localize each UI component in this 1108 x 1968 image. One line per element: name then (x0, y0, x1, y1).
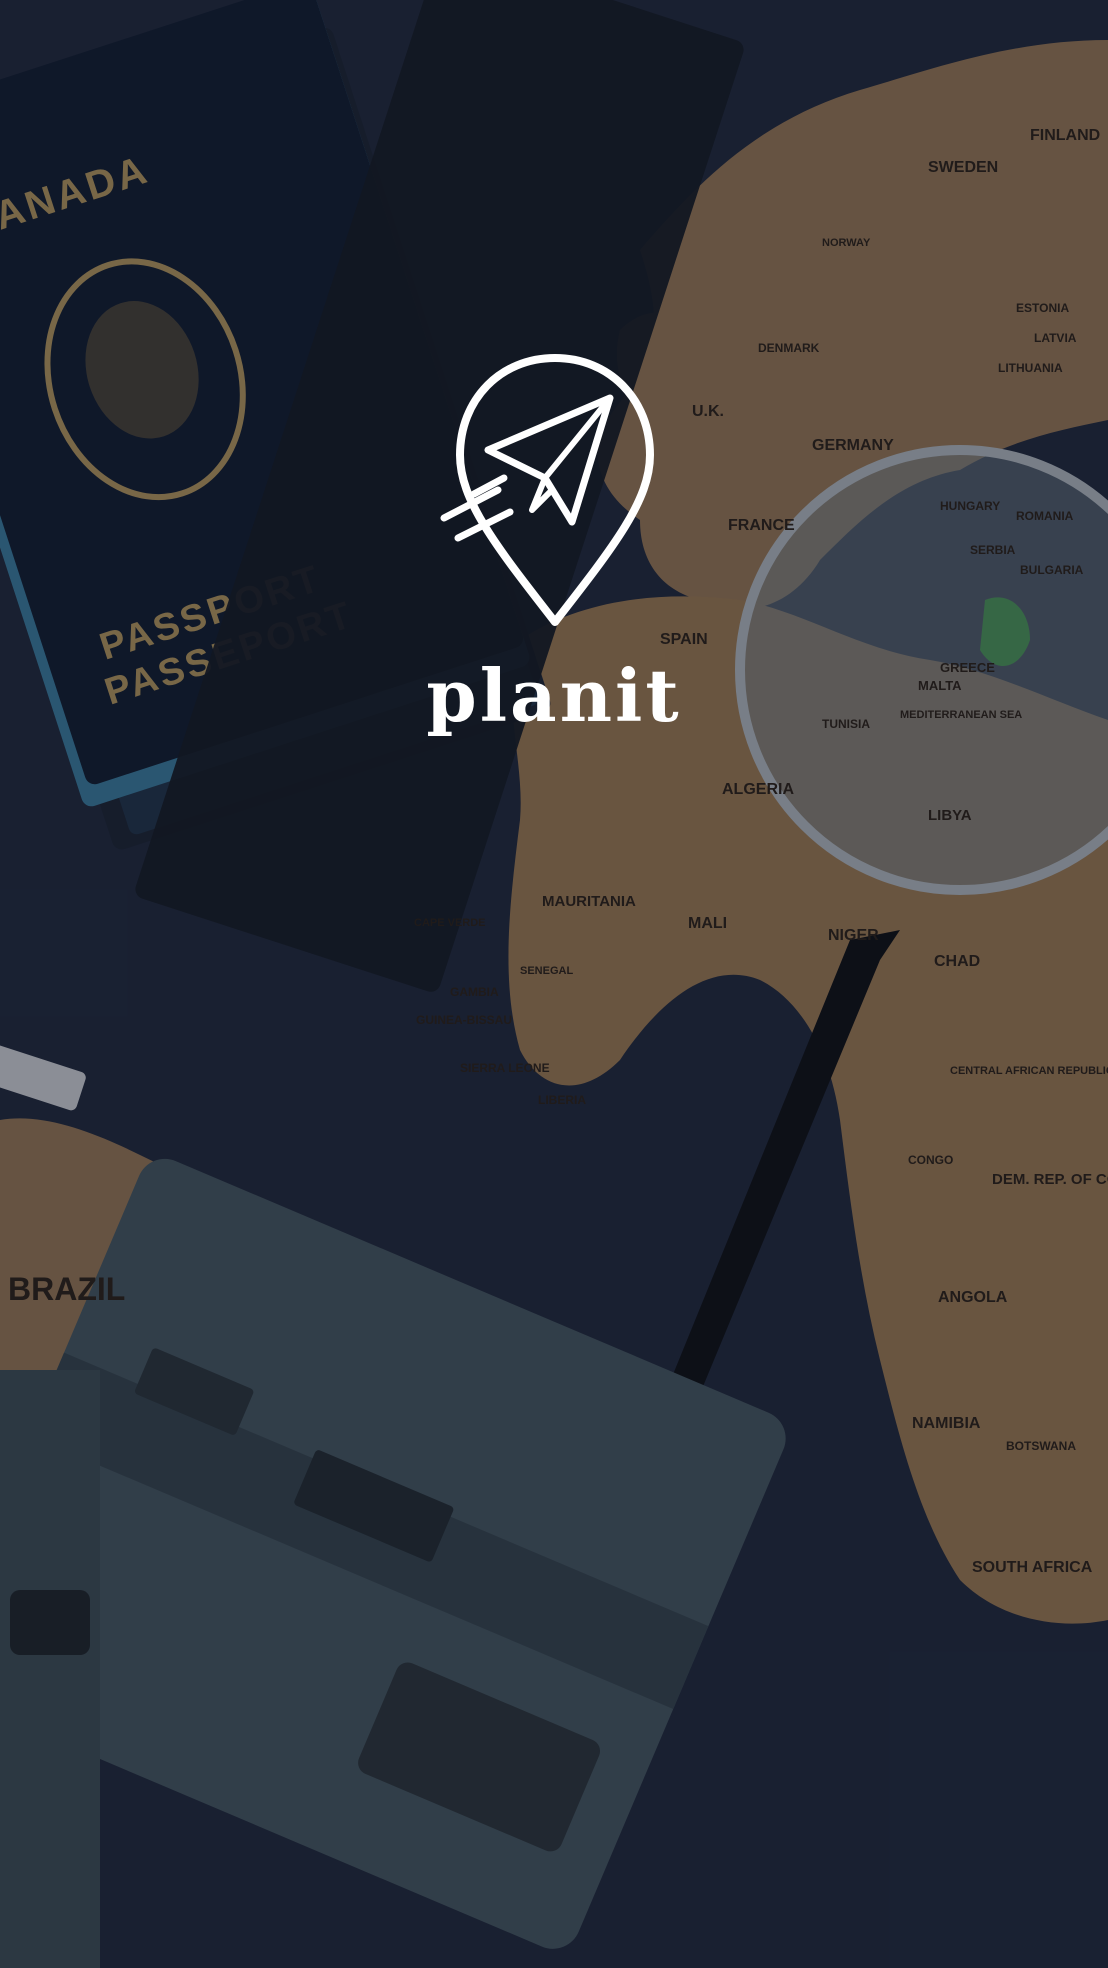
paper-plane-pin-icon (440, 354, 654, 626)
splash-screen: ANADA PASSPORT PASSEPORT FINLAND SWEDEN (0, 0, 1108, 1968)
app-wordmark: planit (426, 653, 682, 738)
brand-lockup: planit (0, 0, 1108, 1968)
